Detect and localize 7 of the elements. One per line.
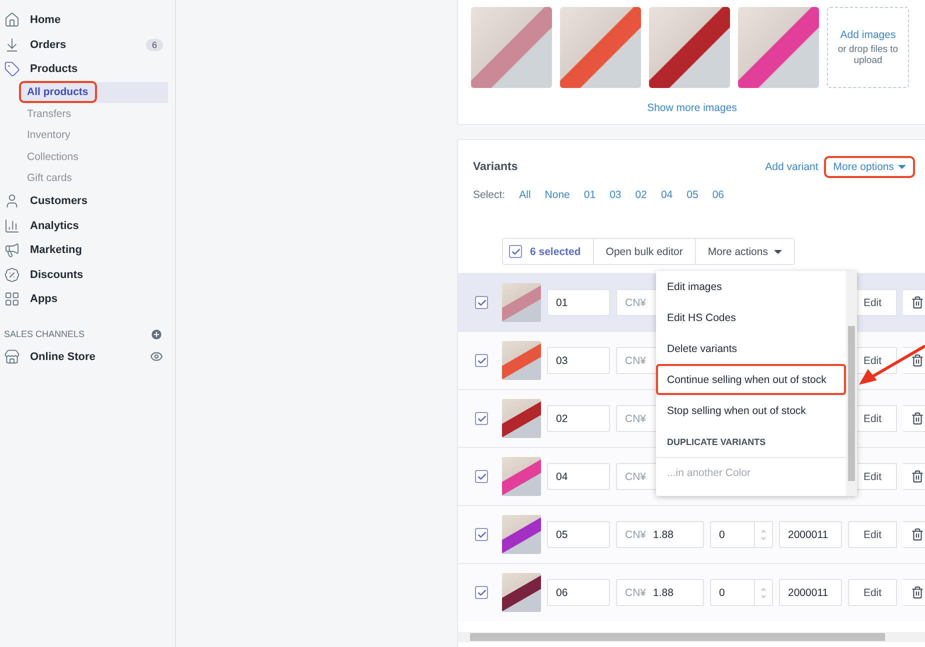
count-badge: 6 [146,38,163,51]
select-label: Select: [473,189,506,201]
selected-count: 6 selected [530,246,581,258]
menu-heading: DUPLICATE VARIANTS [666,436,767,448]
section-title: SALES CHANNELS [4,329,85,339]
drop-hint: or drop files to upload [836,44,900,66]
section-title: Variants [473,161,519,173]
